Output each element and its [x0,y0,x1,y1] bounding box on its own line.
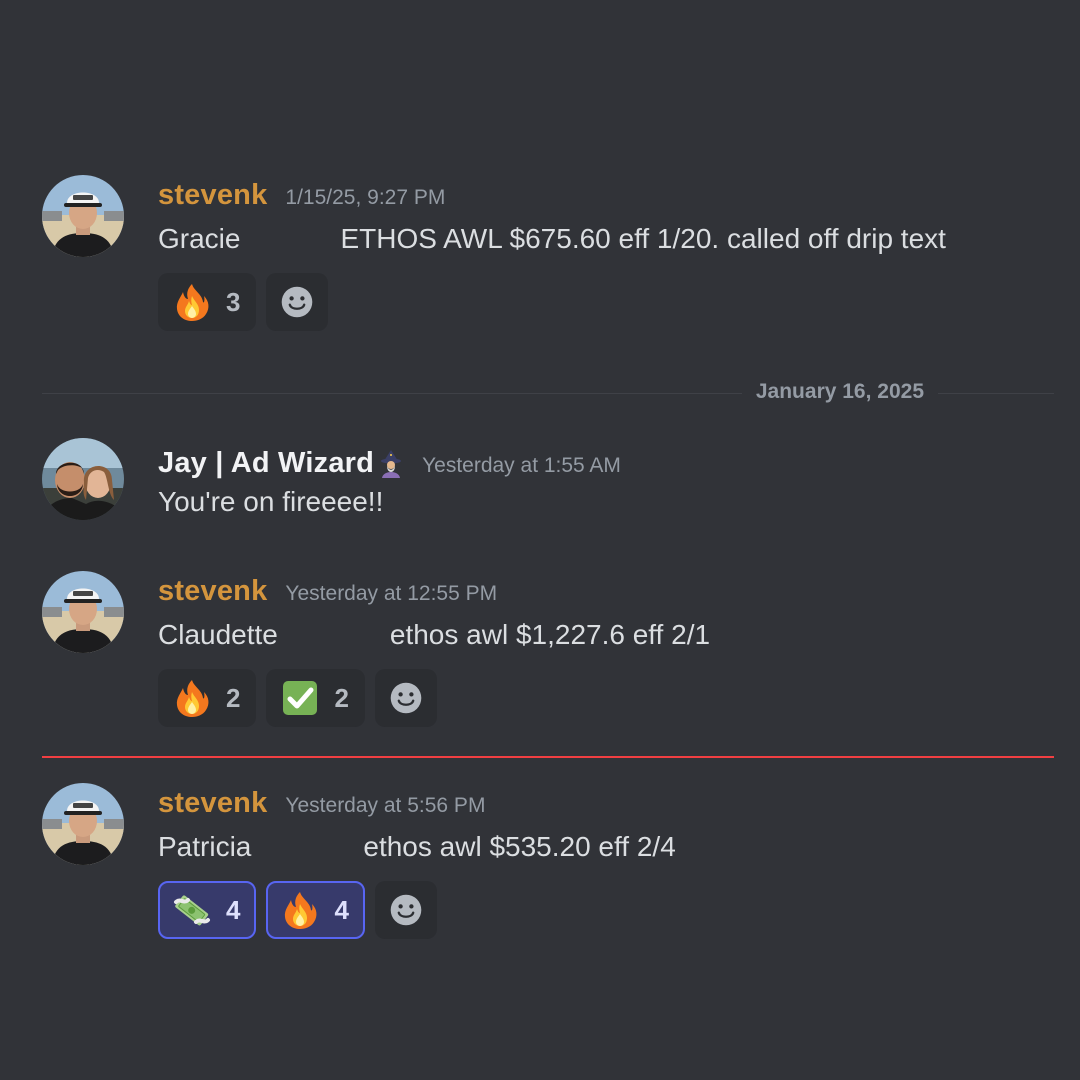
reaction-fire[interactable]: 4 [266,881,365,939]
message-3: stevenk Yesterday at 12:55 PM Claudette e… [42,571,1054,731]
message-header: stevenk Yesterday at 5:56 PM [158,787,485,820]
date-divider-label: January 16, 2025 [741,380,938,404]
message-text-details: ethos awl $535.20 eff 2/4 [363,831,676,862]
avatar-image-stevenk [42,571,124,653]
message-text-name: Gracie [158,223,241,254]
author-name[interactable]: stevenk [158,575,267,608]
fire-icon [280,890,320,930]
add-reaction-button[interactable] [374,669,437,727]
date-divider: January 16, 2025 [42,380,1054,404]
money-with-wings-icon [172,890,212,930]
message-text: Patricia ethos awl $535.20 eff 2/4 [158,831,676,863]
timestamp: Yesterday at 12:55 PM [285,582,498,605]
message-header: stevenk Yesterday at 12:55 PM [158,575,497,608]
avatar[interactable] [42,175,124,257]
avatar[interactable] [42,571,124,653]
timestamp: Yesterday at 1:55 AM [422,454,621,477]
reaction-money-with-wings[interactable]: 4 [158,881,257,939]
timestamp: 1/15/25, 9:27 PM [285,186,446,209]
message-header: stevenk 1/15/25, 9:27 PM [158,179,445,212]
reaction-count: 3 [226,286,241,317]
white-check-mark-icon [280,678,320,718]
fire-icon [172,282,212,322]
message-1: stevenk 1/15/25, 9:27 PM Gracie ETHOS AWL… [42,175,1054,335]
avatar-image-stevenk [42,783,124,865]
message-text: Gracie ETHOS AWL $675.60 eff 1/20. called… [158,223,946,255]
reactions: 3 [158,273,329,331]
reaction-count: 4 [334,894,349,925]
add-reaction-icon [388,892,424,928]
message-text-details: ethos awl $1,227.6 eff 2/1 [389,619,711,650]
add-reaction-button[interactable] [266,273,329,331]
reaction-count: 4 [226,894,241,925]
add-reaction-icon [388,680,424,716]
reaction-check[interactable]: 2 [266,669,365,727]
avatar-image-stevenk [42,175,124,257]
message-text-name: Patricia [158,831,252,862]
avatar[interactable] [42,438,124,520]
mage-icon [376,448,406,478]
message-4: stevenk Yesterday at 5:56 PM Patricia eth… [42,783,1054,943]
avatar[interactable] [42,783,124,865]
reactions: 4 4 [158,881,437,939]
add-reaction-button[interactable] [374,881,437,939]
message-text-details: ETHOS AWL $675.60 eff 1/20. called off d… [340,223,946,254]
message-2: Jay | Ad Wizard Yesterday at 1:55 AM You… [42,438,1054,528]
reaction-fire[interactable]: 3 [158,273,257,331]
fire-icon [172,678,212,718]
message-text-name: Claudette [158,619,278,650]
avatar-image-jay [42,438,124,520]
reaction-fire[interactable]: 2 [158,669,257,727]
message-text: You're on fireeee!! [158,486,383,518]
author-name[interactable]: Jay | Ad Wizard [158,447,374,480]
author-name[interactable]: stevenk [158,179,267,212]
reactions: 2 2 [158,669,437,727]
chat-message-list: stevenk 1/15/25, 9:27 PM Gracie ETHOS AWL… [0,0,1080,1080]
author-name[interactable]: stevenk [158,787,267,820]
new-messages-divider [42,756,1054,758]
add-reaction-icon [279,284,315,320]
message-text: Claudette ethos awl $1,227.6 eff 2/1 [158,619,710,651]
message-text-content: You're on fireeee!! [158,486,384,517]
reaction-count: 2 [334,682,349,713]
timestamp: Yesterday at 5:56 PM [285,794,486,817]
message-header: Jay | Ad Wizard Yesterday at 1:55 AM [158,442,621,480]
reaction-count: 2 [226,682,241,713]
